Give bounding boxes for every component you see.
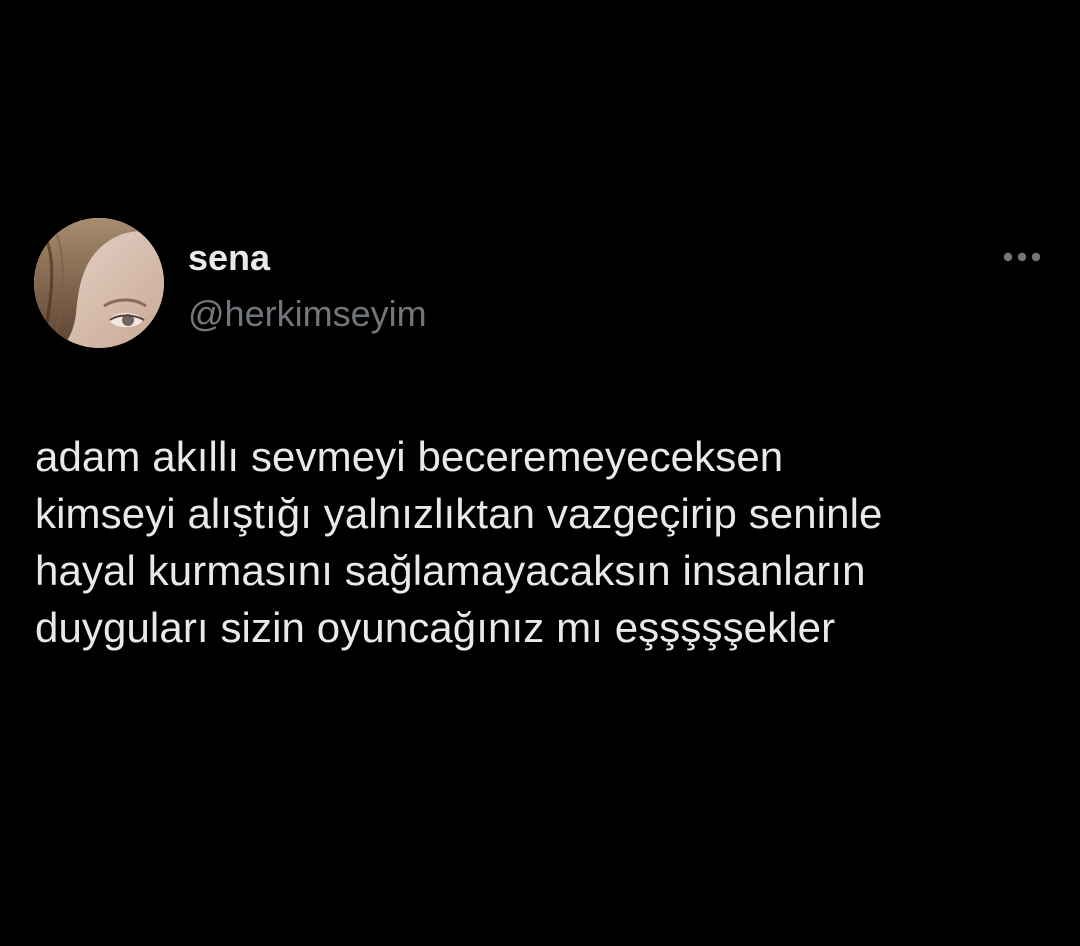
author-handle[interactable]: @herkimseyim (188, 292, 427, 336)
avatar[interactable] (34, 218, 164, 348)
tweet-card: sena @herkimseyim adam akıllı sevmeyi be… (0, 0, 1080, 946)
more-horizontal-icon (1003, 252, 1041, 262)
author-display-name[interactable]: sena (188, 236, 270, 280)
tweet-text: adam akıllı sevmeyi beceremeyeceksen kim… (35, 433, 883, 651)
profile-photo-icon (34, 218, 164, 348)
more-options-button[interactable] (998, 240, 1046, 274)
